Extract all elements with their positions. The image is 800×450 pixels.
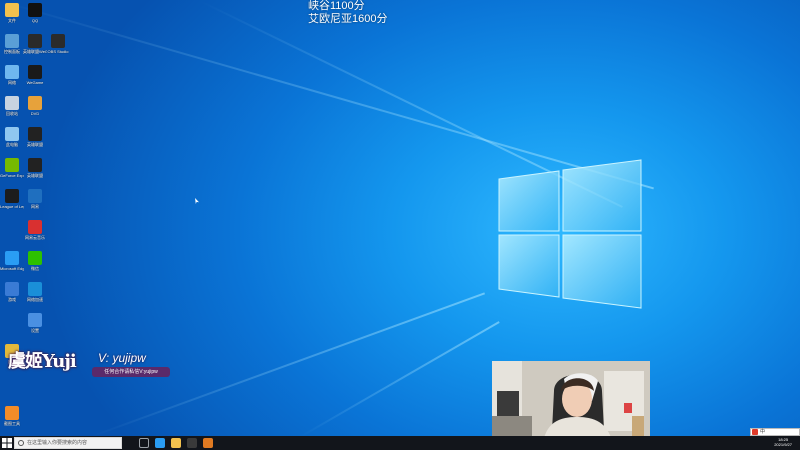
app-icon	[5, 127, 19, 141]
desktop-icon[interactable]: 文件	[0, 3, 24, 23]
desktop-icon[interactable]: GeForce Experience	[0, 158, 24, 178]
clock-date: 2021/9/27	[774, 442, 792, 447]
streamer-name: 虞姬Yuji	[8, 351, 77, 372]
streamer-contact: V: yujipw	[98, 351, 146, 365]
light-ray	[299, 321, 500, 436]
search-icon	[18, 440, 24, 446]
desktop-icon[interactable]: QQ	[23, 3, 47, 23]
taskbar-app-edge-icon[interactable]	[155, 438, 165, 448]
desktop-icon[interactable]: OBS Studio	[46, 34, 70, 54]
app-icon	[28, 127, 42, 141]
desktop-icon[interactable]: 网络加速	[23, 282, 47, 302]
desktop-icon-label: 英雄联盟	[27, 173, 43, 178]
app-icon	[28, 313, 42, 327]
desktop-icon-label: WeGame	[26, 80, 44, 85]
taskbar-app-task-view-icon[interactable]	[139, 438, 149, 448]
desktop-icon[interactable]: 网易	[23, 189, 47, 209]
desktop-icon[interactable]: WeGame	[23, 65, 47, 85]
app-icon	[28, 158, 42, 172]
desktop-icon[interactable]: 截图工具	[0, 406, 24, 426]
app-icon	[28, 96, 42, 110]
desktop-icon[interactable]: 英雄联盟	[23, 127, 47, 147]
desktop-icon[interactable]: League of Legends	[0, 189, 24, 209]
app-icon	[5, 96, 19, 110]
desktop-icon-label: 控制面板	[4, 49, 20, 54]
start-button[interactable]	[2, 438, 12, 448]
taskbar-clock[interactable]: 18:25 2021/9/27	[774, 437, 792, 447]
app-icon	[5, 3, 19, 17]
desktop-icon[interactable]: 设置	[23, 313, 47, 333]
desktop-icon[interactable]: 回收站	[0, 96, 24, 116]
desktop-icon-label: OBS Studio	[47, 49, 69, 54]
desktop-icon-label: 微信	[31, 266, 39, 271]
desktop-icon[interactable]: 控制面板	[0, 34, 24, 54]
taskbar-app-explorer-icon[interactable]	[171, 438, 181, 448]
desktop-icon[interactable]: 游戏	[0, 282, 24, 302]
desktop-icon[interactable]: Microsoft Edge	[0, 251, 24, 271]
taskbar-search-box[interactable]: 在这里输入你要搜索的内容	[14, 437, 122, 449]
overlay-line-rank-1: 峡谷1100分	[308, 0, 365, 12]
desktop-icon-label: Microsoft Edge	[0, 266, 24, 271]
desktop-icon[interactable]: 网易云音乐	[23, 220, 47, 240]
desktop-icon[interactable]: 英雄联盟WeGame	[23, 34, 47, 54]
desktop-icon-label: 网易云音乐	[25, 235, 45, 240]
desktop-icon[interactable]: 英雄联盟	[23, 158, 47, 178]
desktop-icon-label: 回收站	[6, 111, 18, 116]
desktop-icon-label: 设置	[31, 328, 39, 333]
desktop-icon-label: 网络加速	[27, 297, 43, 302]
ime-mode-label[interactable]: 中	[760, 429, 765, 435]
desktop-icon[interactable]: 微信	[23, 251, 47, 271]
desktop-icon-label: League of Legends	[0, 204, 24, 209]
desktop-background[interactable]: 峡谷1100分 艾欧尼亚1600分 文件QQ控制面板英雄联盟WeGameOBS …	[0, 0, 800, 436]
stream-overlay-text: 峡谷1100分 艾欧尼亚1600分	[308, 0, 387, 26]
app-icon	[28, 251, 42, 265]
desktop-icon-label: 文件	[8, 18, 16, 23]
app-icon	[5, 158, 19, 172]
desktop-icon-label: 截图工具	[4, 421, 20, 426]
taskbar-app-app-icon[interactable]	[203, 438, 213, 448]
app-icon	[28, 65, 42, 79]
taskbar: 在这里输入你要搜索的内容 18:25 2021/9/27	[0, 436, 800, 450]
mouse-cursor	[195, 198, 199, 204]
streamer-badge: 虞姬Yuji V: yujipw 任何合作请私信V:yujipw	[0, 345, 172, 381]
desktop-icon-label: 网易	[31, 204, 39, 209]
app-icon	[28, 3, 42, 17]
ime-toolbar[interactable]: 中	[750, 428, 800, 436]
app-icon	[5, 282, 19, 296]
search-placeholder[interactable]: 在这里输入你要搜索的内容	[27, 439, 87, 448]
desktop-icon[interactable]: DVD	[23, 96, 47, 116]
taskbar-app-obs-icon[interactable]	[187, 438, 197, 448]
desktop-icon-label: 英雄联盟	[27, 142, 43, 147]
app-icon	[5, 65, 19, 79]
app-icon	[28, 220, 42, 234]
ime-logo-icon	[752, 429, 758, 435]
desktop-icon-label: DVD	[30, 111, 40, 116]
desktop-icon-label: QQ	[31, 18, 39, 23]
desktop-icon-label: 网络	[8, 80, 16, 85]
app-icon	[5, 406, 19, 420]
desktop-icon-label: 此电脑	[6, 142, 18, 147]
desktop-icon-label: GeForce Experience	[0, 173, 24, 178]
app-icon	[51, 34, 65, 48]
app-icon	[5, 34, 19, 48]
app-icon	[28, 34, 42, 48]
app-icon	[28, 189, 42, 203]
desktop-icon-label: 英雄联盟WeGame	[23, 49, 47, 54]
desktop-icon[interactable]: 网络	[0, 65, 24, 85]
app-icon	[28, 282, 42, 296]
app-icon	[5, 189, 19, 203]
app-icon	[5, 251, 19, 265]
overlay-line-rank-2: 艾欧尼亚1600分	[308, 13, 388, 25]
desktop-icon[interactable]: 此电脑	[0, 127, 24, 147]
desktop-icon-label: 游戏	[8, 297, 16, 302]
windows-logo	[498, 159, 642, 309]
streamer-subtitle: 任何合作请私信V:yujipw	[92, 367, 170, 377]
